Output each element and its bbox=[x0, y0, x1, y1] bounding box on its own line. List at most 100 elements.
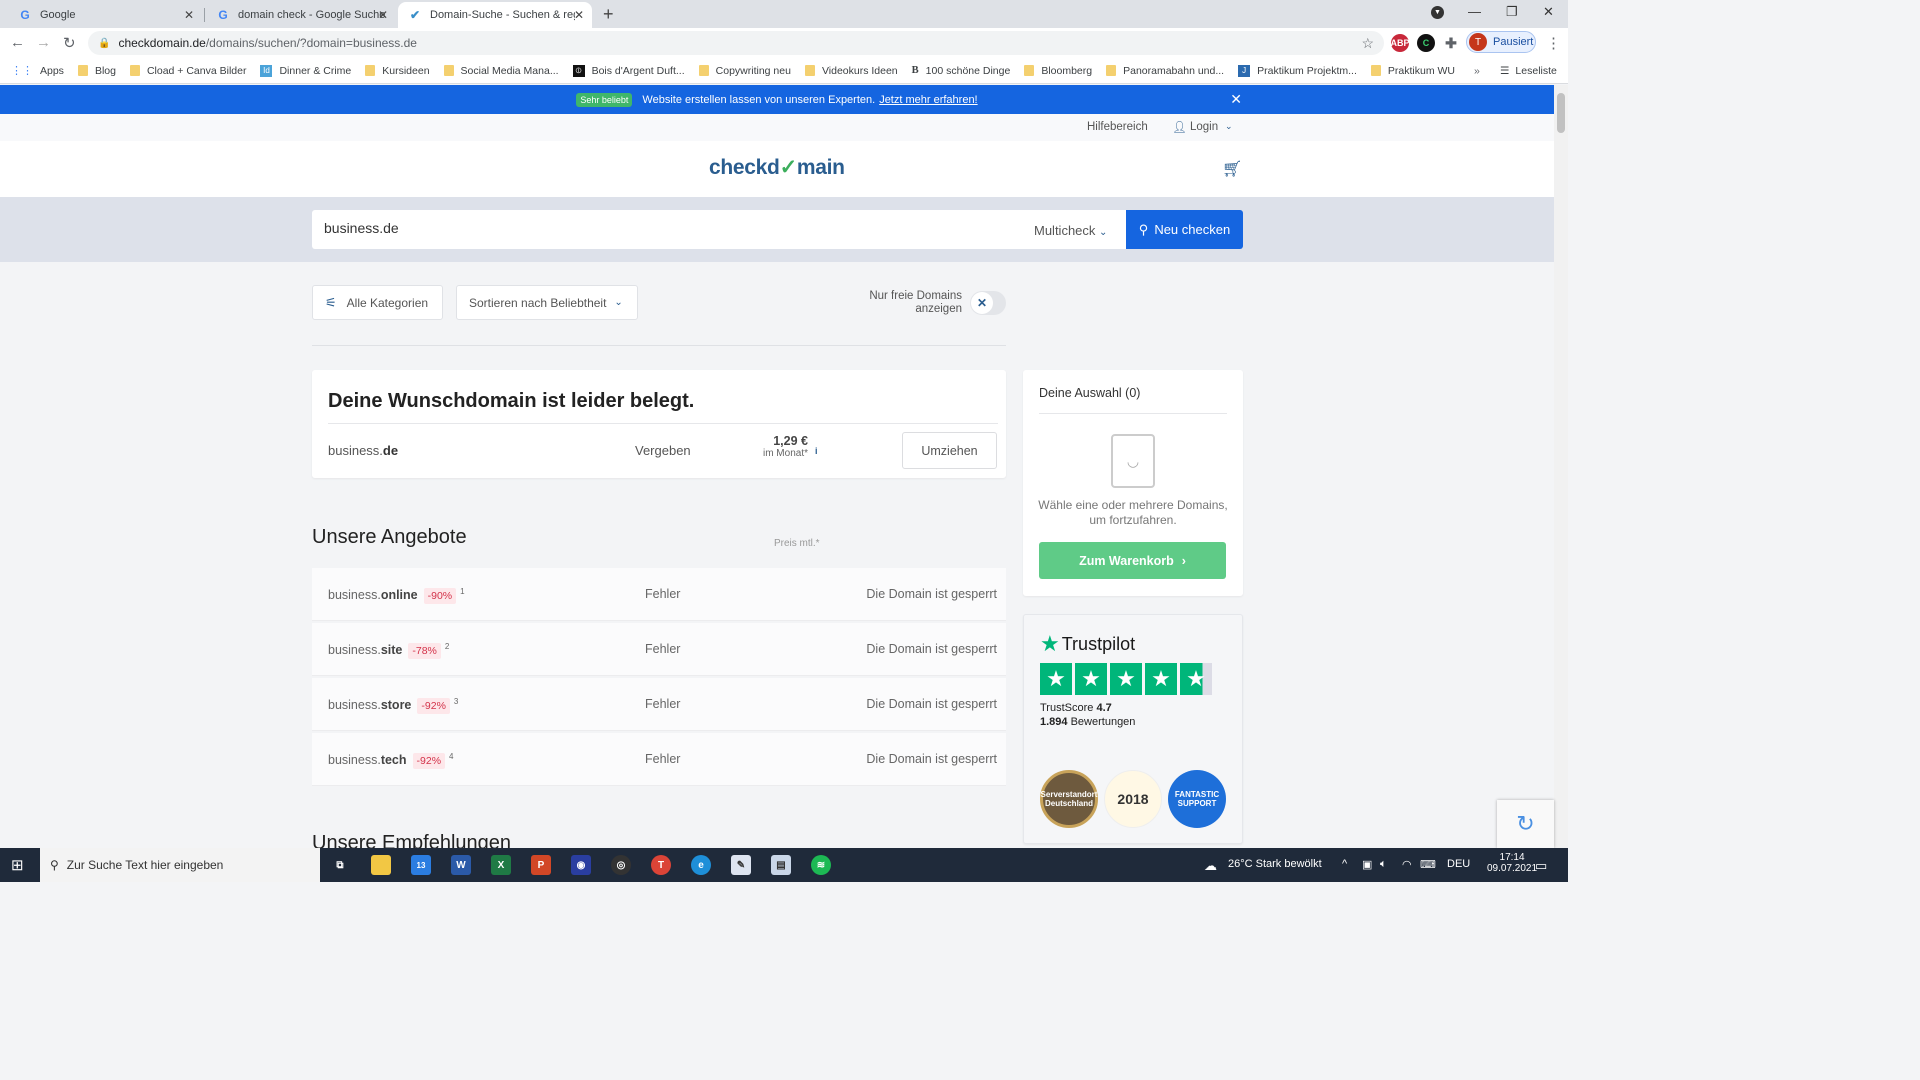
menu-kebab-icon[interactable]: ⋮ bbox=[1546, 34, 1561, 52]
restore-button[interactable]: ❐ bbox=[1506, 4, 1518, 20]
check-again-button[interactable]: ⚲ Neu checken bbox=[1126, 210, 1243, 249]
meet-now-icon[interactable]: ▣ bbox=[1362, 858, 1372, 871]
bookmark-item[interactable]: Social Media Mana... bbox=[443, 65, 559, 77]
new-tab-button[interactable]: + bbox=[603, 4, 614, 25]
tab-domain-check[interactable]: G domain check - Google Suche ✕ bbox=[206, 2, 396, 28]
bookmark-item[interactable]: Blog bbox=[77, 65, 116, 77]
notifications-icon[interactable]: ▭ bbox=[1535, 858, 1547, 874]
mail-icon[interactable]: 13 bbox=[411, 855, 431, 875]
close-window-button[interactable]: ✕ bbox=[1543, 4, 1554, 20]
offer-status: Fehler bbox=[645, 642, 681, 656]
extensions-puzzle-icon[interactable]: ✚ bbox=[1442, 34, 1460, 52]
bookmark-item[interactable]: Id Dinner & Crime bbox=[260, 64, 351, 77]
price-header: Preis mtl.* bbox=[774, 538, 820, 549]
bookmark-item[interactable]: J Praktikum Projektm... bbox=[1238, 64, 1357, 77]
trustpilot-logo[interactable]: ★ Trustpilot bbox=[1040, 631, 1135, 657]
bookmark-item[interactable]: Bloomberg bbox=[1024, 65, 1092, 77]
promo-banner: Sehr beliebt Website erstellen lassen vo… bbox=[0, 85, 1554, 114]
bookmark-item[interactable]: Copywriting neu bbox=[698, 65, 791, 77]
excel-icon[interactable]: X bbox=[491, 855, 511, 875]
free-domains-toggle[interactable]: ✕ bbox=[970, 291, 1006, 315]
grammarly-extension-icon[interactable]: C bbox=[1417, 34, 1435, 52]
address-bar[interactable]: 🔒 checkdomain.de /domains/suchen/?domain… bbox=[88, 31, 1384, 55]
close-tab-icon[interactable]: ✕ bbox=[184, 8, 194, 22]
folder-icon bbox=[1106, 65, 1117, 76]
offer-row[interactable]: business.site -78% 2 Fehler Die Domain ist… bbox=[312, 623, 1006, 676]
powerpoint-icon[interactable]: P bbox=[531, 855, 551, 875]
browser-tab-strip: G Google ✕ G domain check - Google Suche… bbox=[0, 0, 1568, 28]
app-icon[interactable]: ▤ bbox=[771, 855, 791, 875]
j-icon: J bbox=[1238, 64, 1251, 77]
tab-title: Domain-Suche - Suchen & regist bbox=[430, 9, 575, 21]
show-hidden-icons[interactable]: ^ bbox=[1342, 858, 1347, 870]
bookmark-item[interactable]: Videokurs Ideen bbox=[804, 65, 898, 77]
checkdomain-logo[interactable]: checkd✓main bbox=[709, 155, 845, 180]
bookmark-item[interactable]: Praktikum WU bbox=[1370, 65, 1455, 77]
file-explorer-icon[interactable] bbox=[371, 855, 391, 875]
obs-icon[interactable]: ◎ bbox=[611, 855, 631, 875]
app-icon[interactable]: ◉ bbox=[571, 855, 591, 875]
domain-search-input[interactable] bbox=[324, 220, 924, 236]
page-scrollbar[interactable] bbox=[1554, 85, 1568, 848]
offer-info: Die Domain ist gesperrt bbox=[866, 697, 997, 711]
clock[interactable]: 17:14 09.07.2021 bbox=[1487, 852, 1537, 874]
bookmark-item[interactable]: Panoramabahn und... bbox=[1106, 65, 1224, 77]
bookmark-item[interactable]: Cload + Canva Bilder bbox=[129, 65, 246, 77]
tab-domain-suche[interactable]: ✔ Domain-Suche - Suchen & regist ✕ bbox=[398, 2, 592, 28]
edge-icon[interactable]: e bbox=[691, 855, 711, 875]
forward-icon[interactable]: → bbox=[36, 34, 51, 51]
weather-text[interactable]: 26°C Stark bewölkt bbox=[1228, 858, 1322, 870]
multicheck-dropdown[interactable]: Multicheck ⌄ bbox=[1034, 223, 1107, 238]
sort-dropdown[interactable]: Sortieren nach Beliebtheit ⌄ bbox=[456, 285, 638, 320]
adblock-extension-icon[interactable]: ABP bbox=[1391, 34, 1410, 52]
reading-list-button[interactable]: ☰ Leseliste bbox=[1500, 65, 1557, 77]
language-indicator[interactable]: DEU bbox=[1447, 858, 1470, 870]
windows-start-icon[interactable]: ⊞ bbox=[11, 856, 24, 874]
discount-badge: -78% bbox=[408, 643, 441, 660]
back-icon[interactable]: ← bbox=[10, 34, 25, 51]
tab-search-icon[interactable]: ▼ bbox=[1431, 6, 1444, 19]
word-icon[interactable]: W bbox=[451, 855, 471, 875]
promo-link[interactable]: Jetzt mehr erfahren! bbox=[879, 94, 977, 106]
tab-google[interactable]: G Google ✕ bbox=[8, 2, 202, 28]
taskbar-search[interactable]: ⚲ Zur Suche Text hier eingeben bbox=[40, 848, 320, 882]
chrome-icon[interactable]: T bbox=[651, 855, 671, 875]
offer-row[interactable]: business.online -90% 1 Fehler Die Domain i… bbox=[312, 568, 1006, 621]
bookmark-apps[interactable]: ⋮⋮ Apps bbox=[11, 64, 64, 78]
offer-row[interactable]: business.tech -92% 4 Fehler Die Domain ist… bbox=[312, 733, 1006, 786]
bookmark-item[interactable]: B 100 schöne Dinge bbox=[912, 65, 1011, 77]
weather-icon: ☁ bbox=[1204, 858, 1217, 873]
recaptcha-icon[interactable]: ↻ bbox=[1497, 800, 1554, 848]
minimize-button[interactable]: — bbox=[1468, 4, 1481, 19]
profile-button[interactable]: T Pausiert bbox=[1466, 31, 1536, 53]
bookmark-item[interactable]: Kursideen bbox=[365, 65, 430, 77]
close-banner-icon[interactable]: ✕ bbox=[1230, 91, 1242, 108]
offer-row[interactable]: business.store -92% 3 Fehler Die Domain is… bbox=[312, 678, 1006, 731]
transfer-button[interactable]: Umziehen bbox=[902, 432, 997, 469]
keyboard-icon[interactable]: ⌨ bbox=[1420, 858, 1436, 871]
reload-icon[interactable]: ↻ bbox=[63, 34, 76, 52]
close-tab-icon[interactable]: ✕ bbox=[378, 8, 388, 22]
more-bookmarks-icon[interactable]: » bbox=[1474, 65, 1480, 77]
folder-icon bbox=[77, 65, 88, 76]
close-tab-icon[interactable]: ✕ bbox=[574, 8, 584, 22]
app-icon[interactable]: ✎ bbox=[731, 855, 751, 875]
login-link[interactable]: Login bbox=[1190, 121, 1218, 133]
task-view-icon[interactable]: ⧉ bbox=[330, 855, 350, 875]
bookmark-star-icon[interactable]: ☆ bbox=[1361, 35, 1374, 52]
checkdomain-icon: ✔ bbox=[409, 8, 421, 22]
volume-icon[interactable]: 🔈︎ bbox=[1380, 858, 1387, 871]
info-icon[interactable]: i bbox=[815, 446, 818, 456]
spotify-icon[interactable]: ≋ bbox=[811, 855, 831, 875]
scrollbar-thumb[interactable] bbox=[1557, 93, 1565, 133]
discount-badge: -92% bbox=[412, 753, 446, 770]
cart-icon[interactable]: 🛒︎ bbox=[1222, 159, 1242, 179]
bookmark-item[interactable]: ⦶ Bois d'Argent Duft... bbox=[572, 64, 685, 77]
trust-star-icon: ★ bbox=[1145, 663, 1177, 695]
help-link[interactable]: Hilfebereich bbox=[1087, 121, 1148, 133]
go-to-cart-button[interactable]: Zum Warenkorb › bbox=[1039, 542, 1226, 579]
wifi-icon[interactable]: ◠ bbox=[1402, 858, 1412, 871]
categories-filter-button[interactable]: ⚟ Alle Kategorien bbox=[312, 285, 443, 320]
chevron-down-icon: ⌄ bbox=[1225, 121, 1233, 131]
site-icon: ⦶ bbox=[572, 64, 585, 77]
